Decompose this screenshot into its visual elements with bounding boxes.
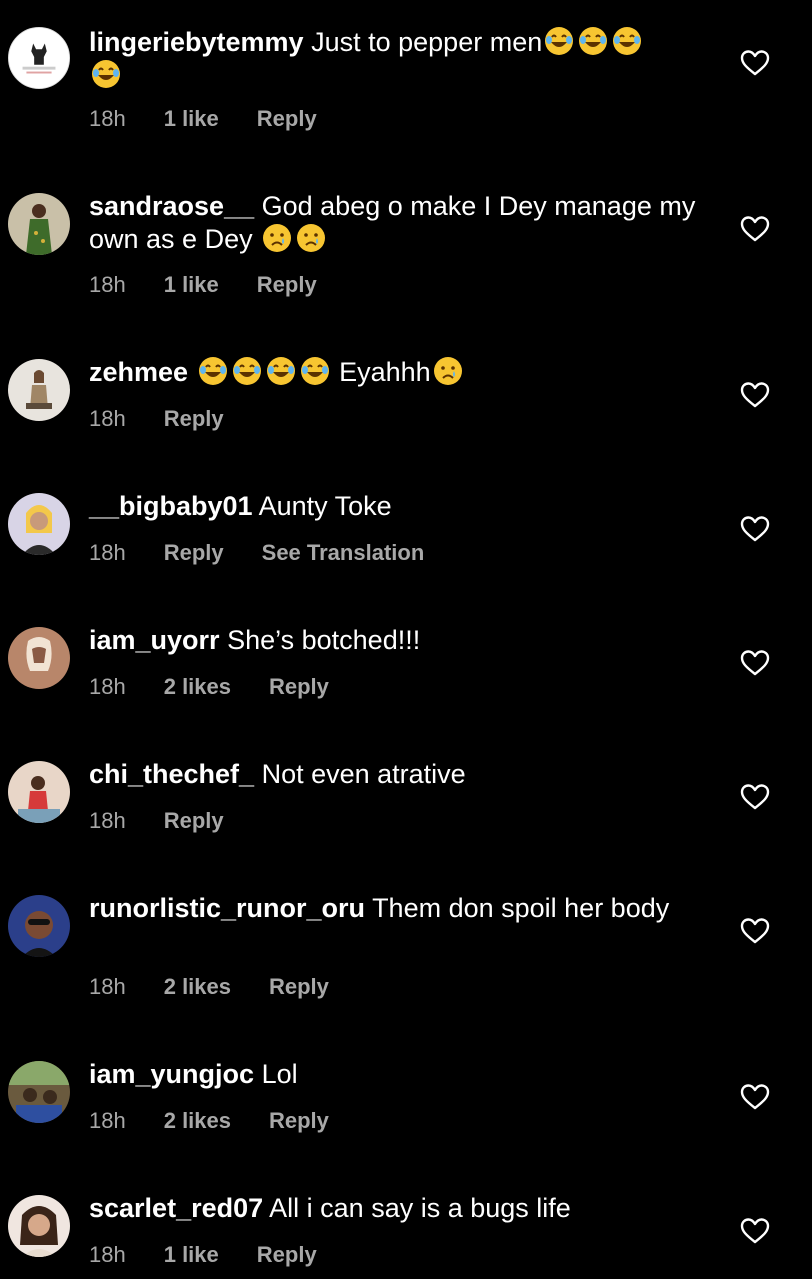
heart-outline-icon[interactable] xyxy=(740,917,770,945)
username[interactable]: lingeriebytemmy xyxy=(89,27,304,57)
comment-text: chi_thechef_ Not even atrative xyxy=(89,758,709,791)
avatar[interactable] xyxy=(8,627,70,689)
comment-text: zehmee Eyahhh xyxy=(89,356,709,389)
reply-button[interactable]: Reply xyxy=(164,540,224,565)
heart-outline-icon[interactable] xyxy=(740,649,770,677)
likes-count[interactable]: 1 like xyxy=(164,272,219,297)
reply-button[interactable]: Reply xyxy=(257,272,317,297)
heart-outline-icon[interactable] xyxy=(740,49,770,77)
username[interactable]: zehmee xyxy=(89,357,188,387)
crying-emoji-icon xyxy=(433,356,463,386)
comment-message: Not even atrative xyxy=(261,759,466,789)
reply-button[interactable]: Reply xyxy=(164,406,224,431)
heart-outline-icon[interactable] xyxy=(740,381,770,409)
username[interactable]: iam_uyorr xyxy=(89,625,220,655)
laugh-emoji-icon xyxy=(578,26,608,56)
avatar[interactable] xyxy=(8,761,70,823)
comment-text: lingeriebytemmy Just to pepper men xyxy=(89,26,709,92)
reply-button[interactable]: Reply xyxy=(164,808,224,833)
comment-text: sandraose__ God abeg o make I Dey manage… xyxy=(89,190,709,256)
comment-text: runorlistic_runor_oru Them don spoil her… xyxy=(89,892,709,925)
laugh-emoji-icon xyxy=(91,59,121,89)
laugh-emoji-icon xyxy=(612,26,642,56)
timestamp: 18h xyxy=(89,808,126,833)
comment-message: Them don spoil her body xyxy=(372,893,670,923)
avatar[interactable] xyxy=(8,1195,70,1257)
heart-outline-icon[interactable] xyxy=(740,515,770,543)
timestamp: 18h xyxy=(89,674,126,699)
timestamp: 18h xyxy=(89,406,126,431)
comment-message: Lol xyxy=(261,1059,298,1089)
comment-text: __bigbaby01 Aunty Toke xyxy=(89,490,709,523)
avatar[interactable] xyxy=(8,193,70,255)
avatar[interactable] xyxy=(8,895,70,957)
reply-button[interactable]: Reply xyxy=(269,1108,329,1133)
laugh-emoji-icon xyxy=(232,356,262,386)
likes-count[interactable]: 2 likes xyxy=(164,674,231,699)
crying-emoji-icon xyxy=(262,223,292,253)
comment-message: She’s botched!!! xyxy=(227,625,421,655)
laugh-emoji-icon xyxy=(544,26,574,56)
reply-button[interactable]: Reply xyxy=(257,1242,317,1267)
username[interactable]: iam_yungjoc xyxy=(89,1059,254,1089)
username[interactable]: runorlistic_runor_oru xyxy=(89,893,365,923)
reply-button[interactable]: Reply xyxy=(269,674,329,699)
username[interactable]: scarlet_red07 xyxy=(89,1193,263,1223)
avatar[interactable] xyxy=(8,493,70,555)
username[interactable]: sandraose__ xyxy=(89,191,254,221)
timestamp: 18h xyxy=(89,540,126,565)
comment-message: Just to pepper men xyxy=(311,27,543,57)
username[interactable]: __bigbaby01 xyxy=(89,491,253,521)
comment-text: iam_uyorr She’s botched!!! xyxy=(89,624,709,657)
heart-outline-icon[interactable] xyxy=(740,215,770,243)
comment-text: iam_yungjoc Lol xyxy=(89,1058,709,1091)
likes-count[interactable]: 1 like xyxy=(164,1242,219,1267)
heart-outline-icon[interactable] xyxy=(740,783,770,811)
reply-button[interactable]: Reply xyxy=(257,106,317,131)
avatar[interactable] xyxy=(8,359,70,421)
see-translation-button[interactable]: See Translation xyxy=(262,540,425,565)
laugh-emoji-icon xyxy=(198,356,228,386)
crying-emoji-icon xyxy=(296,223,326,253)
reply-button[interactable]: Reply xyxy=(269,974,329,999)
heart-outline-icon[interactable] xyxy=(740,1083,770,1111)
timestamp: 18h xyxy=(89,106,126,131)
avatar[interactable] xyxy=(8,1061,70,1123)
likes-count[interactable]: 1 like xyxy=(164,106,219,131)
laugh-emoji-icon xyxy=(300,356,330,386)
timestamp: 18h xyxy=(89,1242,126,1267)
heart-outline-icon[interactable] xyxy=(740,1217,770,1245)
comment-message: Aunty Toke xyxy=(258,491,392,521)
comment-text: scarlet_red07 All i can say is a bugs li… xyxy=(89,1192,709,1225)
laugh-emoji-icon xyxy=(266,356,296,386)
timestamp: 18h xyxy=(89,272,126,297)
timestamp: 18h xyxy=(89,974,126,999)
avatar[interactable] xyxy=(8,27,70,89)
timestamp: 18h xyxy=(89,1108,126,1133)
likes-count[interactable]: 2 likes xyxy=(164,974,231,999)
username[interactable]: chi_thechef_ xyxy=(89,759,254,789)
comment-message: All i can say is a bugs life xyxy=(269,1193,571,1223)
comment-message: Eyahhh xyxy=(339,357,431,387)
likes-count[interactable]: 2 likes xyxy=(164,1108,231,1133)
